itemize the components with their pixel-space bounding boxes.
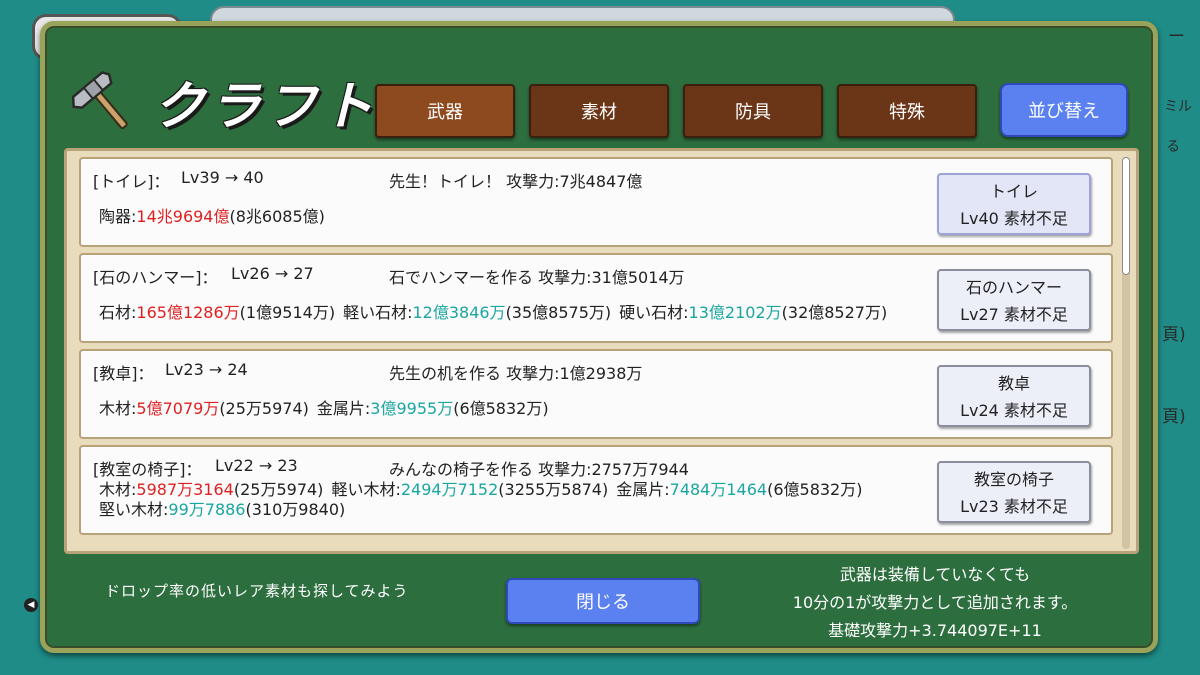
material-required: 2494万7152 [400,480,499,499]
background-text: ー [1168,27,1185,47]
material-required: 12億3846万 [412,303,506,322]
material-owned: (6億5832万) [767,480,863,499]
material-label: 軽い石材: [343,303,413,322]
craft-button-name: 教室の椅子 [973,470,1054,489]
recipe-description: 先生！トイレ！ 攻撃力:7兆4847億 [389,172,643,191]
recipe-list[interactable]: [トイレ]： Lv39 → 40 先生！トイレ！ 攻撃力:7兆4847億陶器:14兆… [64,148,1139,554]
material-label: 堅い木材: [99,500,169,519]
material-owned: (310万9840) [245,500,346,519]
material-owned: (3255万5874) [498,480,609,499]
recipe-description: みんなの椅子を作る 攻撃力:2757万7944 [389,460,689,479]
craft-button[interactable]: 石のハンマー Lv27 素材不足 [937,269,1091,331]
craft-button[interactable]: トイレ Lv40 素材不足 [937,173,1091,235]
material-owned: (35億8575万) [505,303,612,322]
tab-weapons[interactable]: 武器 [375,84,515,138]
craft-button-name: トイレ [989,182,1038,201]
material-owned: (25万5974) [233,480,324,499]
material-required: 99万7886 [168,500,246,519]
material-label: 石材: [99,303,137,322]
material-label: 軽い木材: [331,480,401,499]
craft-button-status: Lv40 素材不足 [960,209,1068,228]
recipe-level: Lv22 → 23 [215,456,298,475]
materials-line: 堅い木材:99万7886(310万9840) [99,500,345,520]
hammer-icon [71,71,128,130]
recipe-name: [教室の椅子]： [93,460,202,479]
info-line: 武器は装備していなくても [839,565,1031,584]
material-owned: (1億9514万) [239,303,336,322]
recipe-level: Lv39 → 40 [181,168,264,187]
sort-button[interactable]: 並び替え [1000,83,1128,137]
recipe-row: [トイレ]： Lv39 → 40 先生！トイレ！ 攻撃力:7兆4847億陶器:14兆… [79,157,1113,247]
materials-line: 木材:5987万3164(25万5974) 軽い木材:2494万7152(325… [99,480,862,500]
material-label: 木材: [99,399,137,418]
material-label: 陶器: [99,207,137,226]
craft-button-name: 教卓 [997,374,1030,393]
material-required: 7484万1464 [669,480,768,499]
recipe-name: [教卓]： [93,364,154,383]
background-text: ミル [1164,99,1192,115]
craft-button-status: Lv23 素材不足 [960,497,1068,516]
material-required: 165億1286万 [136,303,240,322]
materials-line: 木材:5億7079万(25万5974) 金属片:3億9955万(6億5832万) [99,399,549,419]
recipe-level: Lv23 → 24 [165,360,248,379]
scrollbar-thumb[interactable] [1122,157,1130,275]
hint-text: ドロップ率の低いレア素材も探してみよう [105,582,409,600]
craft-button-name: 石のハンマー [965,278,1062,297]
recipe-name: [トイレ]： [93,172,170,191]
recipe-row: [石のハンマー]： Lv26 → 27 石でハンマーを作る 攻撃力:31億5014万… [79,253,1113,343]
info-line: 基礎攻撃力+3.744097E+11 [828,621,1042,640]
craft-button[interactable]: 教室の椅子 Lv23 素材不足 [937,461,1091,523]
material-label: 木材: [99,480,137,499]
recipe-row: [教室の椅子]： Lv22 → 23 みんなの椅子を作る 攻撃力:2757万7944… [79,445,1113,535]
craft-button-status: Lv24 素材不足 [960,401,1068,420]
material-required: 5億7079万 [136,399,220,418]
background-text: 頁) [1162,407,1186,427]
close-button[interactable]: 閉じる [506,578,700,624]
material-required: 5987万3164 [136,480,234,499]
recipe-row: [教卓]： Lv23 → 24 先生の机を作る 攻撃力:1億2938万木材:5億70… [79,349,1113,439]
material-label: 金属片: [316,399,371,418]
material-owned: (8兆6085億) [229,207,325,226]
craft-panel: クラフト 武器 素材 防具 特殊 並び替え [トイレ]： Lv39 → 40 先生！… [40,21,1158,653]
craft-button-status: Lv27 素材不足 [960,305,1068,324]
recipe-level: Lv26 → 27 [231,264,314,283]
material-owned: (6億5832万) [453,399,549,418]
recipe-name: [石のハンマー]： [93,268,218,287]
materials-line: 陶器:14兆9694億(8兆6085億) [99,207,325,227]
page-title: クラフト [153,76,378,137]
background-text: る [1166,139,1180,155]
info-text: 武器は装備していなくても 10分の1が攻撃力として追加されます。 基礎攻撃力+3… [745,561,1125,645]
material-owned: (32億8527万) [781,303,888,322]
tab-materials[interactable]: 素材 [529,84,669,138]
materials-line: 石材:165億1286万(1億9514万) 軽い石材:12億3846万(35億8… [99,303,887,323]
recipe-description: 石でハンマーを作る 攻撃力:31億5014万 [389,268,685,287]
material-label: 金属片: [616,480,670,499]
material-label: 硬い石材: [619,303,689,322]
left-arrow-icon[interactable]: ◀ [24,598,38,612]
recipe-description: 先生の机を作る 攻撃力:1億2938万 [389,364,643,383]
tab-special[interactable]: 特殊 [837,84,977,138]
background-text: 頁) [1162,325,1186,345]
tab-armor[interactable]: 防具 [683,84,823,138]
material-required: 14兆9694億 [136,207,230,226]
material-required: 3億9955万 [370,399,454,418]
craft-button[interactable]: 教卓 Lv24 素材不足 [937,365,1091,427]
info-line: 10分の1が攻撃力として追加されます。 [792,593,1078,612]
material-owned: (25万5974) [219,399,309,418]
material-required: 13億2102万 [688,303,782,322]
